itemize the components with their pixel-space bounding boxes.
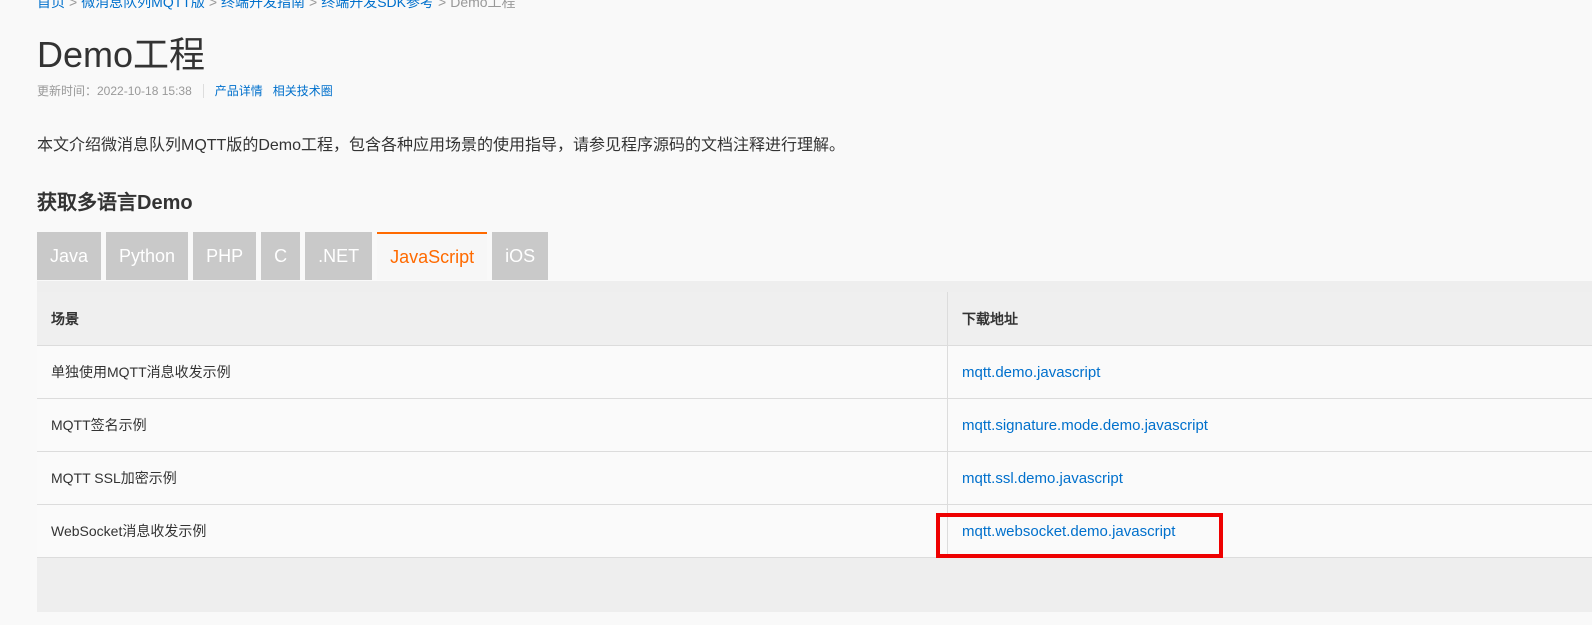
tab-python[interactable]: Python bbox=[106, 232, 189, 280]
page: 首页 > 微消息队列MQTT版 > 终端开发指南 > 终端开发SDK参考 > Demo工程 De… bbox=[0, 0, 1592, 625]
demo-table: 场景 下载地址 单独使用MQTT消息收发示例 mqtt.demo.javascr… bbox=[37, 292, 1592, 558]
breadcrumb-item-product[interactable]: 微消息队列MQTT版 bbox=[81, 0, 205, 10]
scene-cell: WebSocket消息收发示例 bbox=[37, 505, 948, 557]
scene-cell: 单独使用MQTT消息收发示例 bbox=[37, 346, 948, 398]
tech-circle-link[interactable]: 相关技术圈 bbox=[273, 82, 333, 99]
header-scene: 场景 bbox=[37, 292, 948, 345]
scene-cell: MQTT SSL加密示例 bbox=[37, 452, 948, 504]
download-link[interactable]: mqtt.signature.mode.demo.javascript bbox=[962, 417, 1208, 434]
breadcrumb-separator: > bbox=[309, 0, 318, 10]
breadcrumb-item-dev-guide[interactable]: 终端开发指南 bbox=[221, 0, 305, 10]
tab-c[interactable]: C bbox=[261, 232, 301, 280]
breadcrumb-separator: > bbox=[208, 0, 218, 10]
red-highlight-box bbox=[936, 513, 1223, 558]
tab-java[interactable]: Java bbox=[37, 232, 102, 280]
header-download: 下载地址 bbox=[962, 310, 1018, 327]
table-row: MQTT SSL加密示例 mqtt.ssl.demo.javascript bbox=[37, 452, 1592, 505]
breadcrumb: 首页 > 微消息队列MQTT版 > 终端开发指南 > 终端开发SDK参考 > Demo工程 bbox=[37, 0, 516, 12]
download-cell: mqtt.ssl.demo.javascript bbox=[948, 452, 1592, 504]
download-cell: mqtt.signature.mode.demo.javascript bbox=[948, 399, 1592, 451]
section-heading: 获取多语言Demo bbox=[37, 192, 193, 214]
breadcrumb-item-home[interactable]: 首页 bbox=[37, 0, 65, 10]
updated-time: 更新时间：2022-10-18 15:38 bbox=[37, 84, 192, 98]
breadcrumb-current: Demo工程 bbox=[450, 0, 516, 10]
meta-divider bbox=[202, 83, 204, 98]
tab-javascript[interactable]: JavaScript bbox=[377, 232, 488, 280]
tab-php[interactable]: PHP bbox=[193, 232, 257, 280]
page-title: Demo工程 bbox=[37, 34, 206, 75]
breadcrumb-item-sdk-ref[interactable]: 终端开发SDK参考 bbox=[321, 0, 434, 10]
tab-dotnet[interactable]: .NET bbox=[305, 232, 373, 280]
breadcrumb-separator: > bbox=[438, 0, 447, 10]
scene-cell: MQTT签名示例 bbox=[37, 399, 948, 451]
page-meta: 更新时间：2022-10-18 15:38 产品详情 相关技术圈 bbox=[37, 82, 343, 99]
download-link[interactable]: mqtt.ssl.demo.javascript bbox=[962, 470, 1123, 487]
intro-paragraph: 本文介绍微消息队列MQTT版的Demo工程，包含各种应用场景的使用指导，请参见程… bbox=[37, 137, 846, 154]
tab-panel: 场景 下载地址 单独使用MQTT消息收发示例 mqtt.demo.javascr… bbox=[37, 281, 1592, 612]
table-row: WebSocket消息收发示例 mqtt.websocket.demo.java… bbox=[37, 505, 1592, 558]
table-row: 单独使用MQTT消息收发示例 mqtt.demo.javascript bbox=[37, 346, 1592, 399]
language-tabs: Java Python PHP C .NET JavaScript iOS bbox=[37, 232, 549, 280]
tab-ios[interactable]: iOS bbox=[492, 232, 549, 280]
breadcrumb-separator: > bbox=[69, 0, 78, 10]
download-cell: mqtt.demo.javascript bbox=[948, 346, 1592, 398]
product-details-link[interactable]: 产品详情 bbox=[215, 82, 263, 99]
download-link[interactable]: mqtt.demo.javascript bbox=[962, 364, 1100, 381]
table-header-row: 场景 下载地址 bbox=[37, 292, 1592, 346]
table-row: MQTT签名示例 mqtt.signature.mode.demo.javasc… bbox=[37, 399, 1592, 452]
